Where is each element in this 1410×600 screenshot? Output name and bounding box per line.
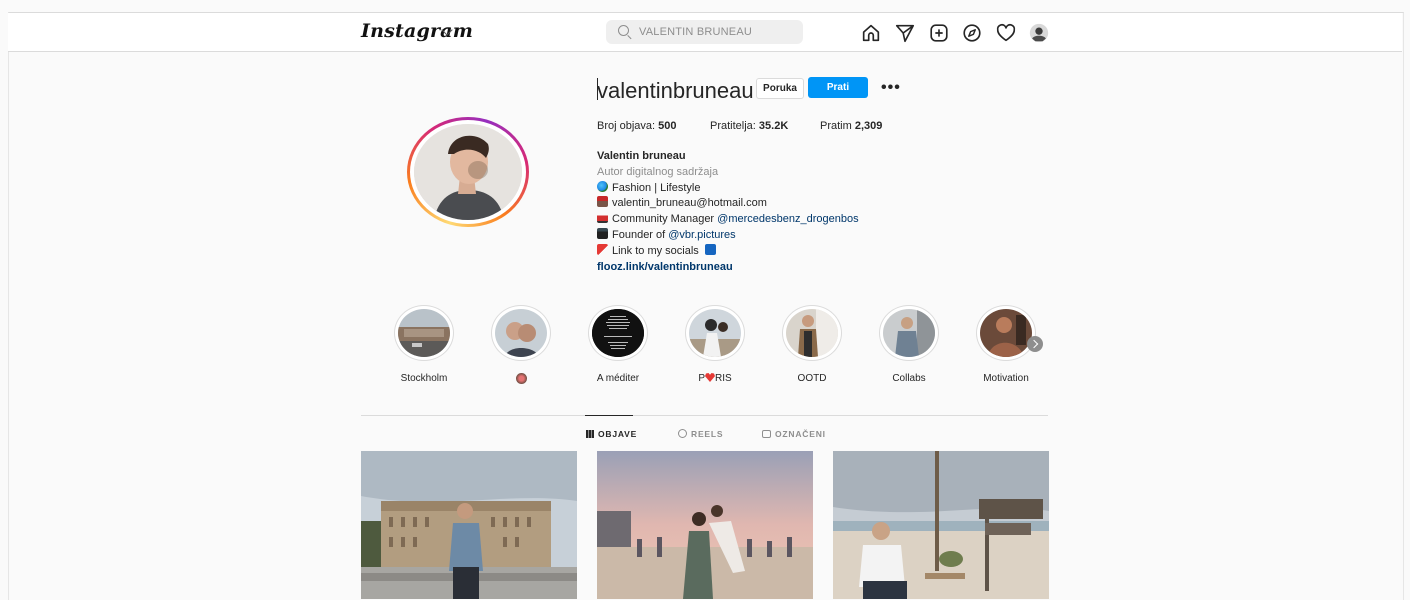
highlight-cover — [786, 309, 838, 357]
profile-category: Autor digitalnog sadržaja — [597, 165, 719, 178]
message-button[interactable]: Poruka — [756, 78, 804, 99]
mention-link[interactable]: @vbr.pictures — [668, 229, 735, 241]
highlight-cover — [980, 309, 1032, 357]
tab-reels[interactable]: REELS — [678, 429, 723, 439]
followers-value: 35.2K — [758, 120, 789, 132]
highlight-ring — [491, 305, 551, 361]
posts-value: 500 — [658, 120, 677, 132]
highlight-label: P RIS — [698, 373, 732, 384]
followers-label: Pratitelja: — [710, 120, 756, 132]
home-icon[interactable] — [860, 22, 882, 44]
highlight-stockholm[interactable]: Stockholm — [384, 305, 464, 384]
tab-tagged[interactable]: OZNAČENI — [762, 429, 826, 439]
camera-emoji-icon — [597, 227, 608, 239]
following-label: Pratim — [820, 120, 852, 132]
highlight-label: Collabs — [892, 373, 926, 384]
profile-bio: Valentin bruneau Autor digitalnog sadrža… — [597, 149, 927, 275]
pushpin-emoji-icon — [597, 243, 608, 255]
following-count[interactable]: Pratim 2,309 — [820, 120, 882, 132]
posts-count: Broj objava: 500 — [597, 120, 677, 132]
highlight-label: OOTD — [797, 373, 827, 384]
grid-icon — [586, 430, 594, 438]
tagged-icon — [762, 430, 771, 438]
more-options-icon[interactable]: ••• — [881, 79, 901, 97]
highlight-collabs[interactable]: Collabs — [869, 305, 949, 384]
search-input[interactable]: VALENTIN BRUNEAU — [606, 20, 803, 44]
followers-count[interactable]: Pratitelja: 35.2K — [710, 120, 788, 132]
highlight-ring — [879, 305, 939, 361]
highlights-next-button[interactable] — [1027, 336, 1043, 352]
bouquet-emoji-icon — [515, 373, 527, 384]
following-value: 2,309 — [854, 120, 883, 132]
highlight-cover — [883, 309, 935, 357]
new-post-icon[interactable] — [928, 22, 950, 44]
profile-full-name: Valentin bruneau — [597, 150, 686, 162]
highlight-label: Motivation — [983, 373, 1029, 384]
post-thumbnail[interactable] — [597, 451, 813, 599]
external-link[interactable]: flooz.link/valentinbruneau — [597, 260, 927, 276]
active-tab-indicator — [585, 415, 633, 416]
profile-avatar-icon[interactable] — [1028, 22, 1050, 44]
highlight-label: A méditer — [596, 373, 640, 384]
follow-button[interactable]: Prati — [808, 77, 868, 98]
highlight-cover — [592, 309, 644, 357]
reels-icon — [678, 429, 687, 438]
highlight-ring — [588, 305, 648, 361]
highlight-cover — [398, 309, 450, 357]
heart-emoji-icon — [705, 373, 715, 382]
highlight-a-mediter[interactable]: A méditer — [578, 305, 658, 384]
bio-line: Fashion | Lifestyle — [597, 180, 927, 197]
highlight-label: Stockholm — [400, 373, 448, 384]
highlight-cover — [495, 309, 547, 357]
highlight-ring — [394, 305, 454, 361]
search-icon — [618, 25, 629, 36]
tabs-divider — [361, 415, 1048, 416]
highlight-label — [481, 373, 561, 387]
highlight-cover — [689, 309, 741, 357]
posts-label: Broj objava: — [597, 120, 656, 132]
mention-link[interactable]: @mercedesbenz_drogenbos — [717, 213, 858, 225]
direct-icon[interactable] — [894, 22, 916, 44]
info-emoji-icon — [704, 243, 716, 255]
highlight-ring — [976, 305, 1036, 361]
explore-icon[interactable] — [961, 22, 983, 44]
bio-line: Community Manager @mercedesbenz_drogenbo… — [597, 212, 927, 228]
bio-line: valentin_bruneau@hotmail.com — [597, 196, 927, 212]
instagram-logo[interactable]: Instagram — [361, 20, 473, 42]
highlight-ootd[interactable]: OOTD — [772, 305, 852, 384]
tab-posts[interactable]: OBJAVE — [586, 429, 637, 439]
profile-username: valentinbruneau — [597, 78, 754, 103]
post-thumbnail[interactable] — [833, 451, 1049, 599]
highlight-ring — [685, 305, 745, 361]
highlight-flowers[interactable] — [481, 305, 561, 387]
bio-line: Link to my socials — [597, 243, 927, 260]
search-text: VALENTIN BRUNEAU — [639, 26, 753, 38]
highlight-ring — [782, 305, 842, 361]
post-thumbnail[interactable] — [361, 451, 577, 599]
profile-photo — [414, 124, 522, 220]
profile-avatar[interactable] — [407, 117, 529, 227]
mailbox-emoji-icon — [597, 196, 608, 208]
activity-heart-icon[interactable] — [995, 22, 1017, 44]
car-emoji-icon — [597, 212, 608, 224]
globe-emoji-icon — [597, 180, 608, 192]
bio-line: Founder of @vbr.pictures — [597, 227, 927, 244]
highlight-paris[interactable]: P RIS — [675, 305, 755, 384]
